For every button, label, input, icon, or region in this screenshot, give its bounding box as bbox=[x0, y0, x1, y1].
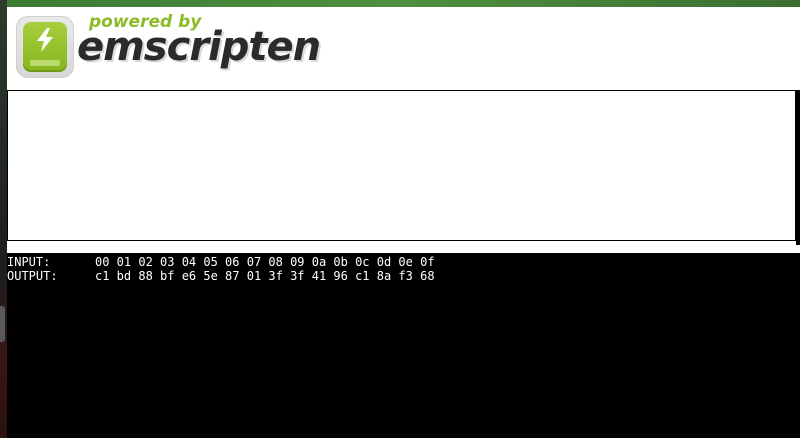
console-label: INPUT: bbox=[7, 255, 51, 269]
window-left-edge bbox=[0, 0, 7, 438]
lightning-bolt-icon bbox=[37, 28, 53, 52]
console-line-output: OUTPUT: c1 bd 88 bf e6 5e 87 01 3f 3f 41… bbox=[7, 269, 800, 283]
window-top-strip bbox=[0, 0, 800, 7]
brand-name: emscripten bbox=[77, 24, 321, 70]
logo-screen bbox=[23, 22, 67, 72]
console-value: 00 01 02 03 04 05 06 07 08 09 0a 0b 0c 0… bbox=[95, 255, 435, 269]
emscripten-page: powered by emscripten INPUT: 00 01 02 03… bbox=[0, 0, 800, 438]
header: powered by emscripten bbox=[7, 7, 800, 90]
console-value: c1 bd 88 bf e6 5e 87 01 3f 3f 41 96 c1 8… bbox=[95, 269, 435, 283]
logo-keys bbox=[30, 60, 60, 66]
console-line-input: INPUT: 00 01 02 03 04 05 06 07 08 09 0a … bbox=[7, 255, 800, 269]
console-label: OUTPUT: bbox=[7, 269, 58, 283]
render-canvas[interactable] bbox=[7, 90, 796, 241]
console-output[interactable]: INPUT: 00 01 02 03 04 05 06 07 08 09 0a … bbox=[7, 253, 800, 438]
emscripten-logo[interactable] bbox=[16, 16, 74, 78]
edge-handle[interactable] bbox=[0, 306, 5, 342]
canvas-gutter bbox=[796, 90, 800, 245]
